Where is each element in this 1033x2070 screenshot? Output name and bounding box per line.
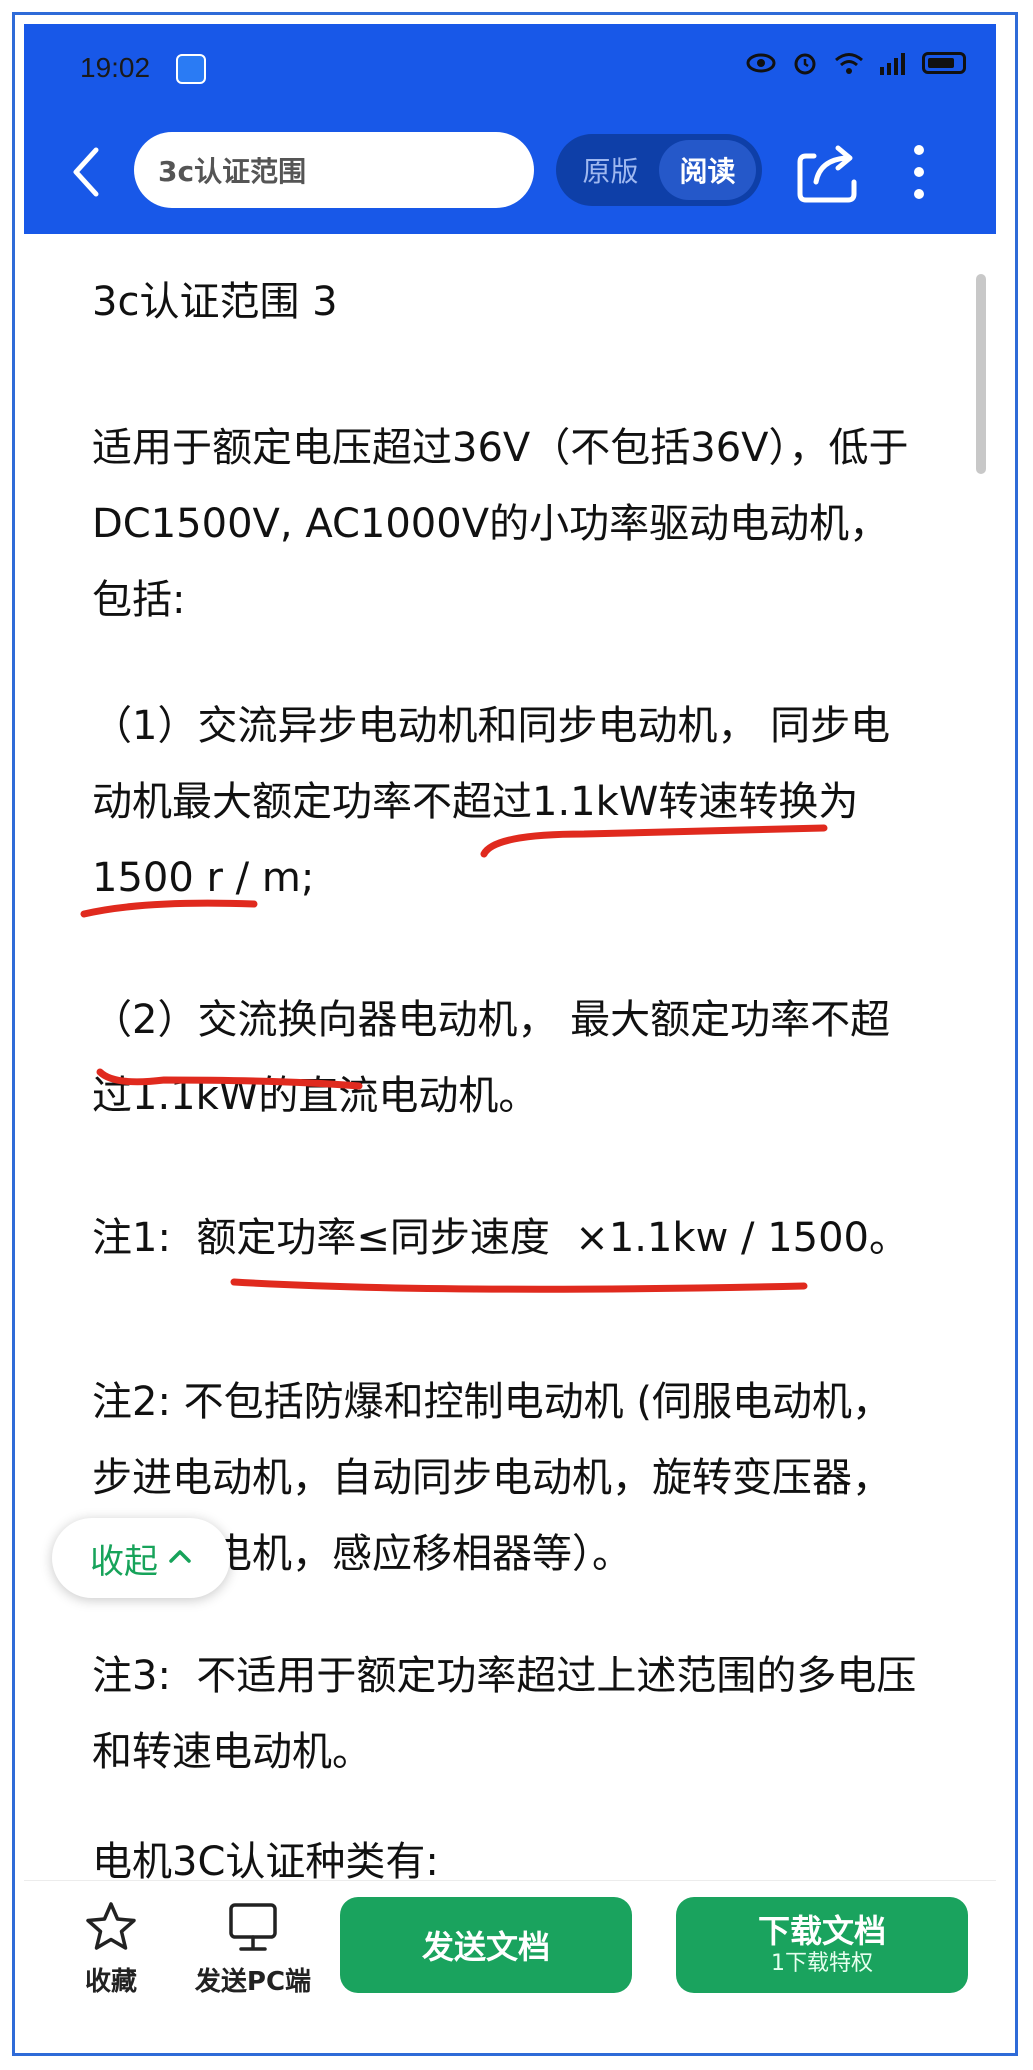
send-document-label: 发送文档 bbox=[421, 1928, 550, 1966]
alarm-icon bbox=[790, 50, 820, 76]
document-content[interactable]: 3c认证范围 3 适用于额定电压超过36V（不包括36V），低于DC1500V,… bbox=[24, 234, 996, 1880]
status-time: 19:02 bbox=[80, 52, 151, 83]
doc-paragraph: 适用于额定电压超过36V（不包括36V），低于DC1500V, AC1000V的… bbox=[92, 425, 909, 623]
doc-title: 3c认证范围 3 bbox=[92, 279, 338, 325]
doc-paragraph: 电机3C认证种类有: bbox=[92, 1839, 439, 1880]
more-options-icon[interactable] bbox=[904, 140, 934, 204]
download-label: 下载文档 bbox=[757, 1912, 886, 1950]
send-pc-button[interactable]: 发送PC端 bbox=[188, 1899, 318, 1998]
app-header: 19:02 3c认证范围 原版 阅读 bbox=[24, 24, 996, 234]
star-icon bbox=[83, 1899, 139, 1955]
favorite-button[interactable]: 收藏 bbox=[46, 1899, 176, 1998]
signal-icon bbox=[878, 50, 908, 76]
scrollbar[interactable] bbox=[976, 274, 986, 474]
toggle-reading[interactable]: 阅读 bbox=[659, 140, 756, 200]
doc-paragraph: （2）交流换向器电动机， 最大额定功率不超过1.1kW的直流电动机。 bbox=[92, 997, 891, 1119]
doc-paragraph: 注1: 额定功率≤同步速度 ×1.1kw / 1500。 bbox=[92, 1215, 910, 1261]
send-document-button[interactable]: 发送文档 bbox=[340, 1897, 632, 1993]
chevron-up-icon bbox=[168, 1548, 192, 1568]
monitor-icon bbox=[225, 1899, 281, 1955]
eye-icon bbox=[746, 50, 776, 76]
wifi-icon bbox=[834, 50, 864, 76]
phone-screen: 19:02 3c认证范围 原版 阅读 3c认证范围 3 适用于额定电压超过36V… bbox=[24, 24, 996, 2020]
download-privilege-label: 1下载特权 bbox=[771, 1951, 873, 1976]
battery-icon bbox=[922, 52, 966, 74]
collapse-button[interactable]: 收起 bbox=[52, 1518, 230, 1598]
toggle-original[interactable]: 原版 bbox=[562, 140, 659, 200]
shield-icon bbox=[176, 54, 206, 84]
collapse-label: 收起 bbox=[90, 1541, 158, 1582]
send-pc-label: 发送PC端 bbox=[194, 1967, 312, 1997]
doc-paragraph: （1）交流异步电动机和同步电动机， 同步电动机最大额定功率不超过1.1kW转速转… bbox=[92, 703, 891, 901]
search-query-text: 3c认证范围 bbox=[158, 155, 307, 188]
doc-paragraph: 注3: 不适用于额定功率超过上述范围的多电压和转速电动机。 bbox=[92, 1653, 917, 1775]
favorite-label: 收藏 bbox=[84, 1967, 137, 1997]
back-button[interactable] bbox=[64, 142, 108, 202]
share-button[interactable] bbox=[794, 136, 864, 206]
bottom-action-bar: 收藏 发送PC端 发送文档 下载文档 1下载特权 bbox=[24, 1880, 996, 2020]
search-input[interactable]: 3c认证范围 bbox=[134, 132, 534, 208]
view-mode-toggle[interactable]: 原版 阅读 bbox=[556, 134, 762, 206]
status-icons bbox=[746, 50, 966, 76]
download-document-button[interactable]: 下载文档 1下载特权 bbox=[676, 1897, 968, 1993]
